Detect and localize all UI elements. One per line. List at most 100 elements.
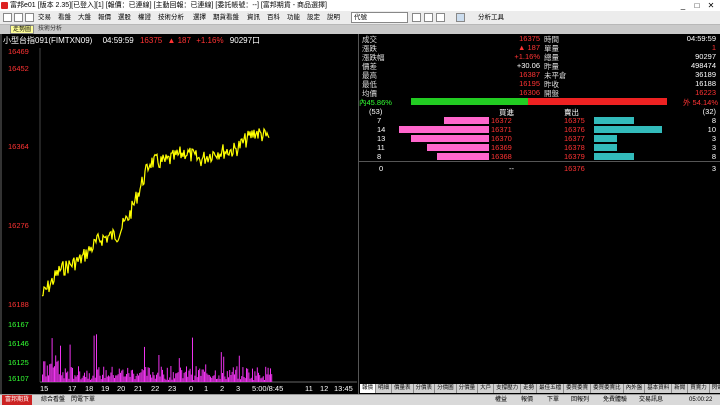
x-tick-label: 3 xyxy=(236,384,241,393)
status-item[interactable]: 下單 xyxy=(544,395,562,405)
volume-bar xyxy=(222,373,223,382)
menu-item[interactable]: 看盤 xyxy=(58,12,71,24)
bottom-tab[interactable]: 報價 xyxy=(360,384,377,393)
bid-price[interactable]: 16370 xyxy=(491,134,512,143)
x-tick-label: 0 xyxy=(189,384,194,393)
bottom-tab[interactable]: 分價表 xyxy=(414,384,436,393)
book-footer-price: 16376 xyxy=(564,164,585,173)
volume-bar xyxy=(248,372,250,382)
menu-item[interactable]: 技術分析 xyxy=(158,12,184,24)
status-item[interactable]: 免費體驗 xyxy=(600,395,630,405)
volume-bar xyxy=(69,344,71,382)
status-item[interactable]: 權益 xyxy=(492,395,510,405)
volume-bar xyxy=(130,370,132,382)
volume-bar xyxy=(204,371,205,382)
vol-tick-label: 16107 xyxy=(8,374,29,383)
x-tick-label: 13:45 xyxy=(334,384,353,393)
menu-item[interactable]: 說明 xyxy=(327,12,340,24)
bottom-tab[interactable]: 基本資料 xyxy=(645,384,673,393)
volume-bar xyxy=(126,374,127,382)
menu-item[interactable]: 交易 xyxy=(38,12,51,24)
app-icon xyxy=(1,2,8,9)
menu-item[interactable]: 報價 xyxy=(98,12,111,24)
bottom-tab[interactable]: 委買委賣比 xyxy=(591,384,624,393)
menu-item[interactable]: 權證 xyxy=(138,12,151,24)
volume-bar xyxy=(234,374,235,382)
menu-item[interactable]: 設定 xyxy=(307,12,320,24)
y-tick-label: 16452 xyxy=(8,64,29,73)
status-item[interactable]: 回報列 xyxy=(568,395,592,405)
pointer-icon[interactable] xyxy=(456,13,465,22)
bid-qty: 11 xyxy=(377,143,385,152)
volume-bar xyxy=(198,370,199,382)
menu-item[interactable]: 功能 xyxy=(287,12,300,24)
ask-price[interactable]: 16378 xyxy=(564,143,585,152)
menu-item[interactable]: 期貨看盤 xyxy=(213,12,239,24)
menu-item[interactable]: 選股 xyxy=(118,12,131,24)
menu-item[interactable]: 大盤 xyxy=(78,12,91,24)
ask-price[interactable]: 16377 xyxy=(564,134,585,143)
bid-price[interactable]: 16372 xyxy=(491,116,512,125)
gear-icon[interactable] xyxy=(436,13,445,22)
bottom-tab[interactable]: 委買委賣 xyxy=(564,384,592,393)
quote-value: 04:59:59 xyxy=(686,34,716,43)
maximize-button[interactable]: □ xyxy=(690,0,704,11)
volume-bar xyxy=(216,379,217,382)
minimize-button[interactable]: _ xyxy=(676,0,690,11)
bottom-tab[interactable]: 分價量 xyxy=(457,384,479,393)
bottom-tab[interactable]: 價量表 xyxy=(392,384,414,393)
ask-qty: 8 xyxy=(711,116,716,125)
book-footer-left: 0 xyxy=(379,164,384,173)
menu-item[interactable]: 資訊 xyxy=(247,12,260,24)
close-button[interactable]: ✕ xyxy=(704,0,718,11)
volume-bar xyxy=(255,375,257,382)
volume-bar xyxy=(120,372,121,382)
bottom-tab[interactable]: 內外盤 xyxy=(624,384,646,393)
status-tab-overview[interactable]: 綜合看盤 xyxy=(38,395,68,405)
status-item[interactable]: 報價 xyxy=(518,395,536,405)
home-icon[interactable] xyxy=(3,13,12,22)
bottom-tab[interactable]: 買賣力 xyxy=(688,384,710,393)
volume-bar xyxy=(211,377,213,382)
volume-bar xyxy=(247,368,249,382)
bottom-tab[interactable]: 最佳五檔 xyxy=(537,384,565,393)
menu-item[interactable]: 百科 xyxy=(267,12,280,24)
layout-icon[interactable] xyxy=(25,13,34,22)
volume-bar xyxy=(66,372,67,382)
volume-bar xyxy=(164,378,166,382)
symbol-combo[interactable]: 代號 xyxy=(351,12,408,23)
vol-tick-label: 16167 xyxy=(8,320,29,329)
volume-bar xyxy=(236,366,238,382)
bid-price[interactable]: 16371 xyxy=(491,125,512,134)
bottom-tab[interactable]: 支撐壓力 xyxy=(494,384,522,393)
volume-bar xyxy=(76,375,78,382)
volume-bar xyxy=(202,369,204,382)
tab-trend[interactable]: 走勢圖 xyxy=(10,25,35,34)
ask-price[interactable]: 16379 xyxy=(564,152,585,161)
volume-bar xyxy=(270,368,271,382)
bottom-tab[interactable]: 分價圖 xyxy=(435,384,457,393)
ask-price[interactable]: 16375 xyxy=(564,116,585,125)
refresh-icon[interactable] xyxy=(14,13,23,22)
ask-price[interactable]: 16376 xyxy=(564,125,585,134)
volume-bar xyxy=(193,380,195,382)
analysis-tools-menu[interactable]: 分析工具 xyxy=(478,12,504,24)
bottom-tab[interactable]: 大戶 xyxy=(478,384,495,393)
status-item[interactable]: 交易訊息 xyxy=(636,395,666,405)
tab-technical[interactable]: 技術分析 xyxy=(36,25,64,34)
bid-price[interactable]: 16368 xyxy=(491,152,512,161)
bottom-tab[interactable]: 走勢 xyxy=(521,384,538,393)
status-tab-quick-order[interactable]: 閃電下單 xyxy=(68,395,98,405)
volume-bar xyxy=(82,375,84,382)
menu-item[interactable]: 選擇 xyxy=(193,12,206,24)
search-icon[interactable] xyxy=(412,13,421,22)
volume-bar xyxy=(208,375,210,382)
status-tab-futures[interactable]: 富邦期貨 xyxy=(2,395,33,405)
print-icon[interactable] xyxy=(424,13,433,22)
volume-bar xyxy=(123,376,125,382)
bid-price[interactable]: 16369 xyxy=(491,143,512,152)
bottom-tab[interactable]: 新聞 xyxy=(672,384,689,393)
bottom-tab[interactable]: 明細 xyxy=(376,384,393,393)
bottom-tab[interactable]: 閃電下單 xyxy=(710,384,720,393)
volume-bar xyxy=(174,378,175,382)
